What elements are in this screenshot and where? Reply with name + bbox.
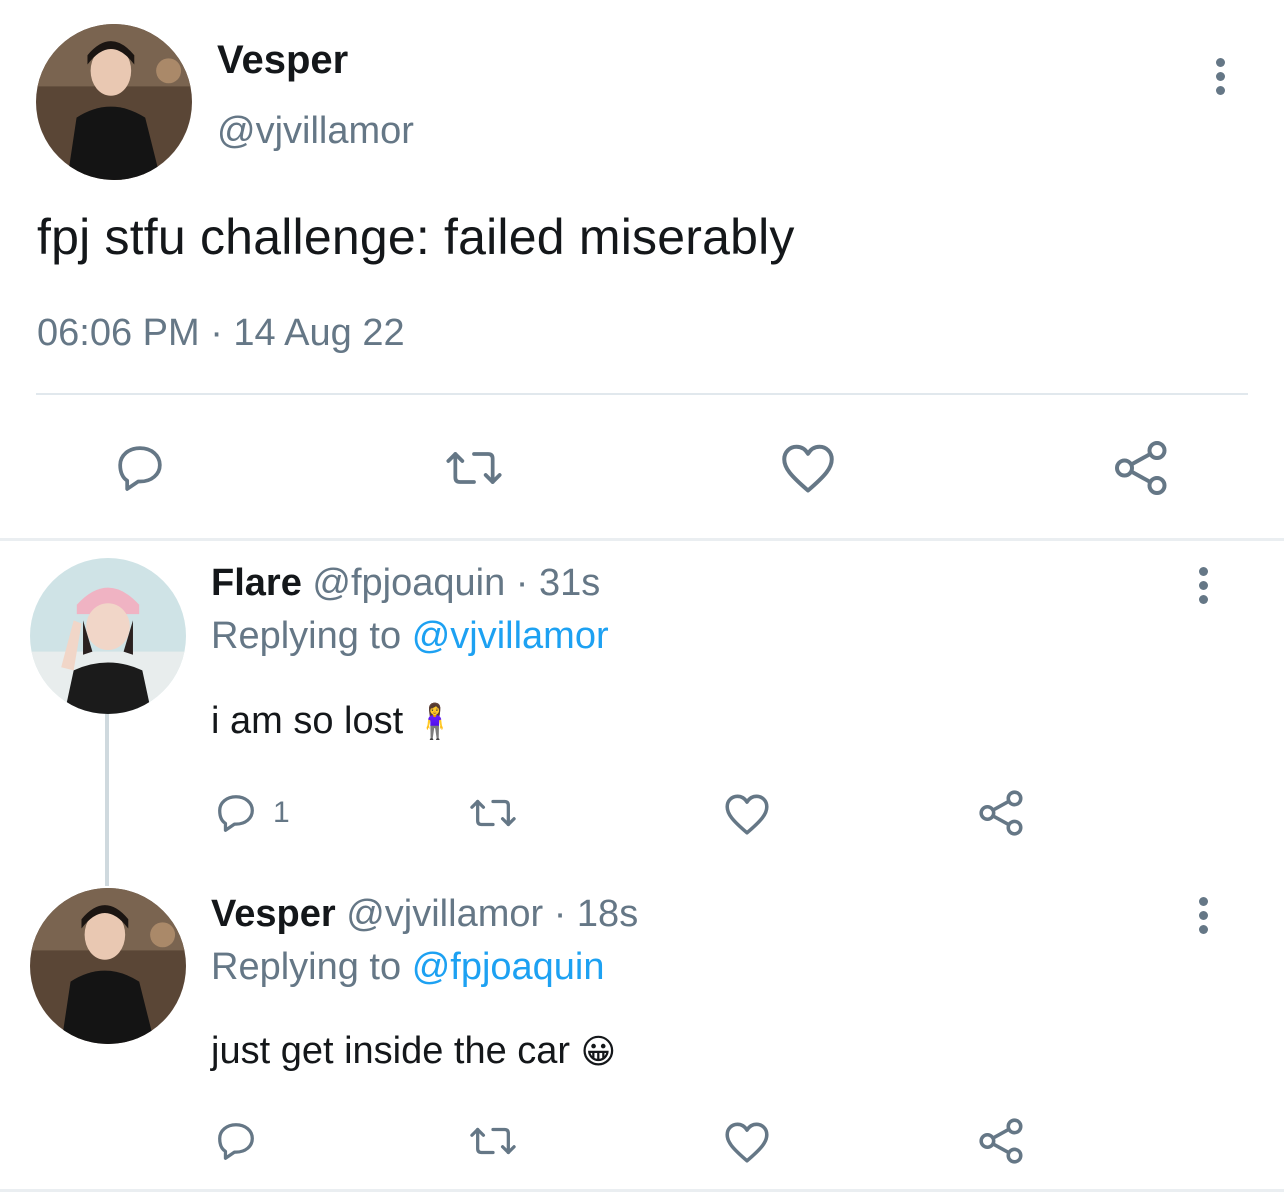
main-reply-icon[interactable] (112, 440, 168, 496)
main-author-handle[interactable]: @vjvillamor (217, 110, 414, 153)
reply-1-avatar[interactable] (30, 558, 186, 714)
reply-2-author-name[interactable]: Vesper (211, 893, 336, 935)
reply-1-time: 31s (539, 562, 601, 604)
reply-1-text-line: i am so lost 🧍‍♀️ (211, 700, 456, 743)
reply-2-text-line: just get inside the car 😀 (211, 1030, 616, 1073)
reply-1-replying-line: Replying to @vjvillamor (211, 615, 609, 658)
reply-1-author-name[interactable]: Flare (211, 562, 302, 604)
main-like-icon[interactable] (778, 440, 838, 496)
main-more-options-icon[interactable] (1214, 58, 1226, 95)
reply-2-share-icon[interactable] (977, 1116, 1027, 1166)
reply-2-author-handle[interactable]: @vjvillamor (346, 893, 543, 935)
reply-1-reply-count: 1 (273, 796, 290, 829)
reply-2-more-options-icon[interactable] (1197, 897, 1209, 934)
reply-2-header: Vesper @vjvillamor · 18s (211, 893, 638, 936)
reply-1-text: i am so lost (211, 700, 404, 742)
reply-1-separator: · (515, 562, 529, 604)
reply-2-like-icon[interactable] (722, 1119, 772, 1165)
main-retweet-icon[interactable] (438, 440, 510, 496)
reply-2-text: just get inside the car (211, 1030, 571, 1072)
flare-avatar-image (30, 558, 186, 714)
reply-2-separator: · (553, 893, 567, 935)
reply-2-avatar[interactable] (30, 888, 186, 1044)
main-tweet-text: fpj stfu challenge: failed miserably (37, 209, 795, 265)
reply-1-replying-to-link[interactable]: @vjvillamor (412, 615, 609, 657)
reply-2-replying-to-link[interactable]: @fpjoaquin (412, 946, 605, 988)
reply-1-share-icon[interactable] (977, 788, 1027, 838)
main-divider (36, 393, 1248, 395)
bottom-divider (0, 1189, 1284, 1192)
vesper-avatar-image (30, 888, 186, 1044)
reply-1-retweet-icon[interactable] (464, 790, 522, 836)
main-tweet-timestamp: 06:06 PM · 14 Aug 22 (37, 312, 405, 354)
reply-1-like-icon[interactable] (722, 791, 772, 837)
reply-1-reply-icon[interactable] (213, 790, 259, 836)
reply-2-retweet-icon[interactable] (464, 1118, 522, 1164)
reply-2-emoji: 😀 (580, 1033, 617, 1071)
main-avatar[interactable] (36, 24, 192, 180)
reply-2-replying-prefix: Replying to (211, 946, 402, 988)
thread-connector-line (105, 714, 109, 886)
reply-1-more-options-icon[interactable] (1197, 567, 1209, 604)
reply-2-reply-icon[interactable] (213, 1118, 259, 1164)
main-share-icon[interactable] (1112, 438, 1172, 498)
reply-1-header: Flare @fpjoaquin · 31s (211, 562, 600, 605)
reply-1-replying-prefix: Replying to (211, 615, 402, 657)
section-divider (0, 538, 1284, 541)
reply-2-time: 18s (576, 893, 639, 935)
reply-1-author-handle[interactable]: @fpjoaquin (312, 562, 505, 604)
reply-1-emoji: 🧍‍♀️ (413, 703, 457, 741)
reply-2-replying-line: Replying to @fpjoaquin (211, 946, 605, 989)
main-author-name[interactable]: Vesper (217, 38, 348, 83)
vesper-avatar-image (36, 24, 192, 180)
